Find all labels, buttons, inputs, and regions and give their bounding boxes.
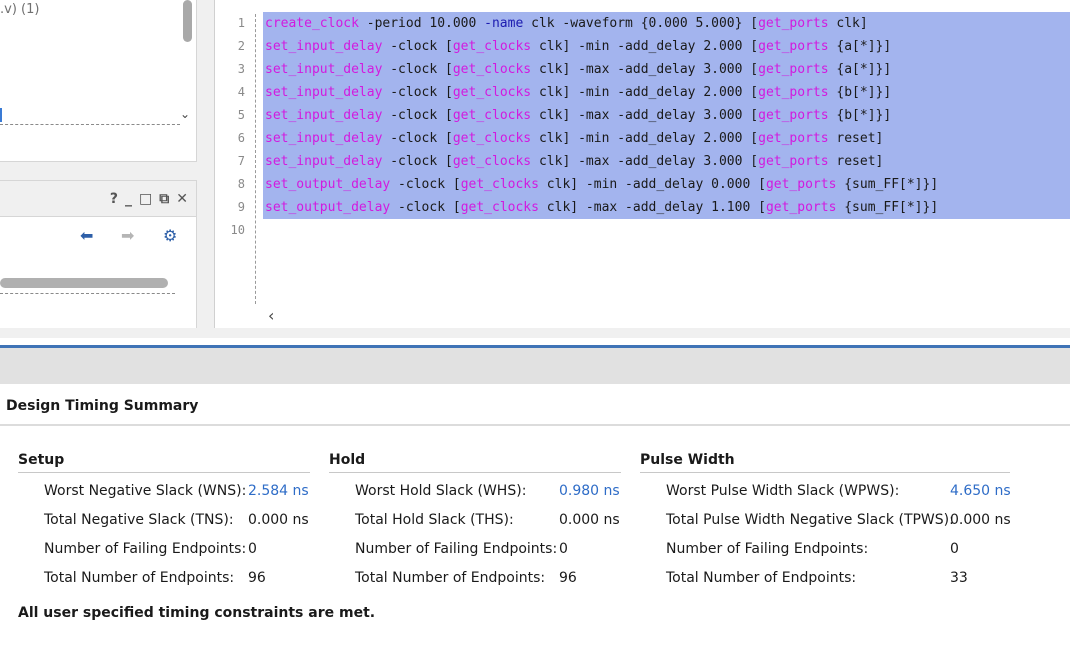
code-line[interactable]: set_input_delay -clock [get_clocks clk] … (263, 127, 1070, 150)
line-number: 4 (237, 85, 245, 99)
float-icon[interactable]: ⧉ (159, 191, 169, 207)
constraints-editor[interactable]: 1 2 3 4 5 6 7 8 9 10 create_clock -perio… (214, 0, 1070, 328)
metric-value: 96 (559, 570, 577, 586)
wns-link[interactable]: 2.584 ns (248, 483, 309, 499)
line-number: 1 (237, 16, 245, 30)
metric-row: Number of Failing Endpoints: 0 (18, 531, 310, 560)
line-number: 9 (237, 200, 245, 214)
metric-label: Total Number of Endpoints: (355, 570, 546, 586)
line-number: 6 (237, 131, 245, 145)
maximize-icon[interactable]: □ (139, 191, 152, 207)
source-file-label[interactable]: .v) (1) (0, 2, 39, 17)
metric-label: Number of Failing Endpoints: (666, 541, 869, 557)
metric-value: 0 (950, 541, 959, 557)
metric-label: Total Negative Slack (TNS): (44, 512, 234, 528)
top-area: .v) (1) ⌄ ? _ □ ⧉ ✕ ⬅ ➡ ⚙ 1 2 3 4 5 6 7 … (0, 0, 1070, 338)
line-number: 5 (237, 108, 245, 122)
metric-label: Worst Pulse Width Slack (WPWS): (666, 483, 900, 499)
section-title: Hold (329, 452, 621, 473)
code-line[interactable]: set_output_delay -clock [get_clocks clk]… (263, 196, 1070, 219)
summary-title: Design Timing Summary (6, 398, 199, 414)
metric-value: 0.000 ns (950, 512, 1011, 528)
metric-label: Worst Hold Slack (WHS): (355, 483, 527, 499)
line-number: 2 (237, 39, 245, 53)
metric-row: Total Pulse Width Negative Slack (TPWS):… (640, 502, 1011, 531)
properties-panel: ? _ □ ⧉ ✕ ⬅ ➡ ⚙ (0, 180, 197, 328)
metric-label: Worst Negative Slack (WNS): (44, 483, 247, 499)
panel-titlebar: ? _ □ ⧉ ✕ (0, 181, 196, 217)
vertical-scrollbar[interactable]: ⌄ (180, 0, 193, 124)
horizontal-scrollbar[interactable] (0, 261, 190, 295)
code-line[interactable]: set_input_delay -clock [get_clocks clk] … (263, 81, 1070, 104)
metric-row: Number of Failing Endpoints: 0 (329, 531, 621, 560)
metric-row: Number of Failing Endpoints: 0 (640, 531, 1010, 560)
code-line[interactable]: set_input_delay -clock [get_clocks clk] … (263, 150, 1070, 173)
chevron-down-icon[interactable]: ⌄ (180, 107, 190, 121)
forward-arrow-icon[interactable]: ➡ (121, 226, 134, 245)
metric-value: 0.000 ns (559, 512, 620, 528)
line-number: 7 (237, 154, 245, 168)
line-number: 10 (230, 223, 245, 237)
panel-divider (0, 293, 175, 294)
panel-toolbar: ⬅ ➡ ⚙ (0, 217, 196, 257)
back-arrow-icon[interactable]: ⬅ (80, 226, 93, 245)
metric-row: Total Number of Endpoints: 96 (18, 560, 310, 589)
code-area[interactable]: create_clock -period 10.000 -name clk -w… (263, 12, 1070, 242)
metric-label: Total Pulse Width Negative Slack (TPWS): (666, 512, 954, 528)
code-line[interactable]: set_input_delay -clock [get_clocks clk] … (263, 104, 1070, 127)
setup-section: Setup Worst Negative Slack (WNS): 2.584 … (18, 452, 310, 589)
metric-row: Total Hold Slack (THS): 0.000 ns (329, 502, 621, 531)
window-controls: ? _ □ ⧉ ✕ (110, 191, 188, 207)
hold-section: Hold Worst Hold Slack (WHS): 0.980 ns To… (329, 452, 621, 589)
whs-link[interactable]: 0.980 ns (559, 483, 620, 499)
metric-label: Total Number of Endpoints: (44, 570, 235, 586)
gutter-divider (255, 14, 256, 304)
metric-value: 33 (950, 570, 968, 586)
panel-divider (0, 124, 180, 125)
gear-icon[interactable]: ⚙ (163, 226, 177, 245)
pulse-width-section: Pulse Width Worst Pulse Width Slack (WPW… (640, 452, 1011, 589)
section-title: Pulse Width (640, 452, 1010, 473)
metric-value: 0 (248, 541, 257, 557)
bottom-tab-strip (0, 348, 1070, 384)
sources-panel: .v) (1) ⌄ (0, 0, 197, 162)
metric-value: 0.000 ns (248, 512, 309, 528)
minimize-icon[interactable]: _ (125, 191, 132, 207)
metric-label: Total Hold Slack (THS): (355, 512, 514, 528)
metric-row: Total Negative Slack (TNS): 0.000 ns (18, 502, 310, 531)
metric-value: 0 (559, 541, 568, 557)
code-line[interactable]: set_input_delay -clock [get_clocks clk] … (263, 35, 1070, 58)
scrollbar-thumb[interactable] (183, 0, 192, 42)
close-icon[interactable]: ✕ (176, 191, 188, 207)
code-line[interactable]: set_input_delay -clock [get_clocks clk] … (263, 58, 1070, 81)
help-icon[interactable]: ? (110, 191, 118, 207)
metric-value: 96 (248, 570, 266, 586)
timing-status-message: All user specified timing constraints ar… (18, 605, 376, 621)
line-number-gutter: 1 2 3 4 5 6 7 8 9 10 (215, 12, 247, 242)
metric-row: Total Number of Endpoints: 96 (329, 560, 621, 589)
line-number: 3 (237, 62, 245, 76)
metric-label: Number of Failing Endpoints: (355, 541, 558, 557)
section-title: Setup (18, 452, 310, 473)
code-line[interactable]: set_output_delay -clock [get_clocks clk]… (263, 173, 1070, 196)
metric-row: Worst Pulse Width Slack (WPWS): 4.650 ns (640, 473, 1011, 502)
metric-label: Number of Failing Endpoints: (44, 541, 247, 557)
line-number: 8 (237, 177, 245, 191)
metric-row: Worst Negative Slack (WNS): 2.584 ns (18, 473, 310, 502)
metric-row: Worst Hold Slack (WHS): 0.980 ns (329, 473, 621, 502)
chevron-left-icon[interactable]: ‹ (268, 306, 274, 325)
summary-header: Design Timing Summary (0, 384, 1070, 426)
metric-row: Total Number of Endpoints: 33 (640, 560, 1010, 589)
metric-label: Total Number of Endpoints: (666, 570, 857, 586)
wpws-link[interactable]: 4.650 ns (950, 483, 1011, 499)
scrollbar-thumb[interactable] (0, 278, 168, 288)
code-line[interactable]: create_clock -period 10.000 -name clk -w… (263, 12, 1070, 35)
selection-marker (0, 108, 2, 122)
code-line[interactable] (263, 219, 1070, 242)
